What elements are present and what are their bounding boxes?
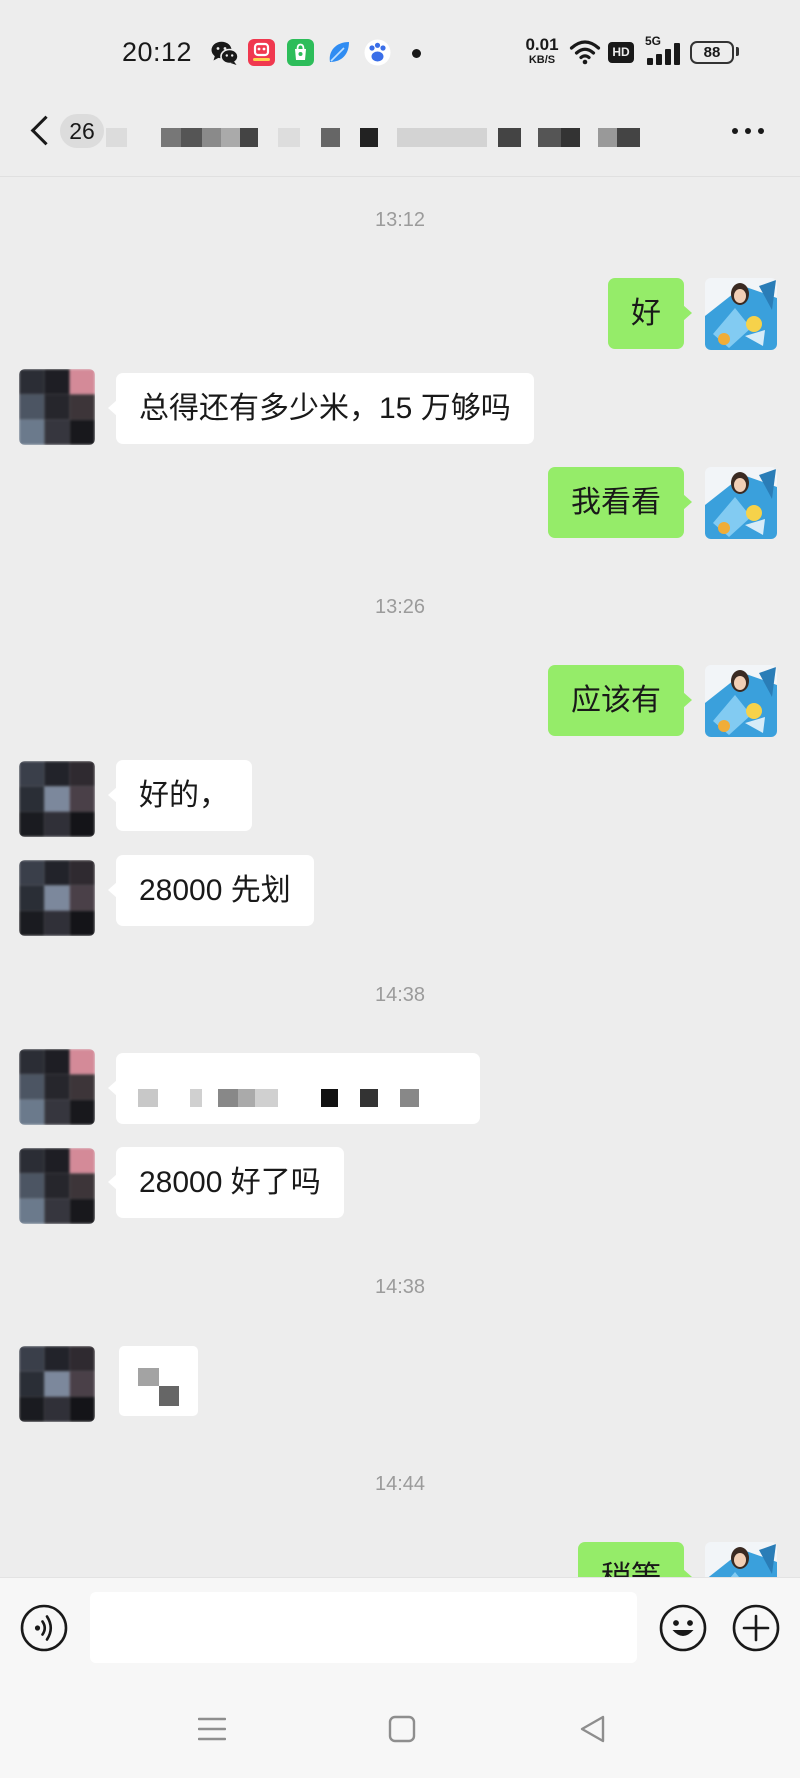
menu-icon[interactable]	[198, 1717, 226, 1741]
more-dots-icon[interactable]	[726, 118, 770, 144]
timestamp: 14:38	[374, 984, 426, 1006]
contact-avatar[interactable]	[19, 1148, 95, 1224]
contact-avatar[interactable]	[19, 1346, 95, 1422]
emoji-icon[interactable]	[658, 1603, 708, 1653]
chat-title-redacted	[0, 0, 800, 176]
message-input[interactable]	[90, 1592, 637, 1663]
contact-avatar[interactable]	[19, 860, 95, 936]
sent-message-bubble[interactable]: 应该有	[548, 665, 692, 736]
voice-mode-icon[interactable]	[19, 1603, 69, 1653]
received-message-bubble[interactable]: 28000 好了吗	[108, 1147, 344, 1218]
my-avatar[interactable]	[705, 278, 777, 350]
received-image-message[interactable]	[119, 1346, 198, 1416]
received-message-bubble[interactable]: 28000 先划	[108, 855, 314, 926]
received-message-bubble[interactable]: 总得还有多少米，15 万够吗	[108, 373, 534, 444]
contact-avatar[interactable]	[19, 761, 95, 837]
plus-icon[interactable]	[731, 1603, 781, 1653]
sent-message-bubble[interactable]: 稍等	[578, 1542, 692, 1577]
home-square-icon[interactable]	[388, 1715, 416, 1743]
timestamp: 14:38	[374, 1276, 426, 1298]
timestamp: 13:26	[374, 596, 426, 618]
my-avatar[interactable]	[705, 665, 777, 737]
contact-avatar[interactable]	[19, 1049, 95, 1125]
timestamp: 14:44	[374, 1473, 426, 1495]
back-triangle-icon[interactable]	[578, 1714, 608, 1744]
timestamp: 13:12	[374, 209, 426, 231]
top-bar: 20:12 0.01 KB/S HD 5G 88 26	[0, 0, 800, 177]
input-bar	[0, 1577, 800, 1778]
my-avatar[interactable]	[705, 467, 777, 539]
sent-message-bubble[interactable]: 好	[608, 278, 692, 349]
sent-message-bubble[interactable]: 我看看	[548, 467, 692, 538]
chat-message-list[interactable]: 13:12 好 总得还有多少米，15 万够吗 我看看 13:26 应该有 好的，…	[0, 0, 800, 1577]
contact-avatar[interactable]	[19, 369, 95, 445]
received-message-bubble[interactable]: 好的，	[108, 760, 252, 831]
received-message-bubble-redacted[interactable]	[108, 1053, 480, 1124]
my-avatar[interactable]	[705, 1542, 777, 1577]
